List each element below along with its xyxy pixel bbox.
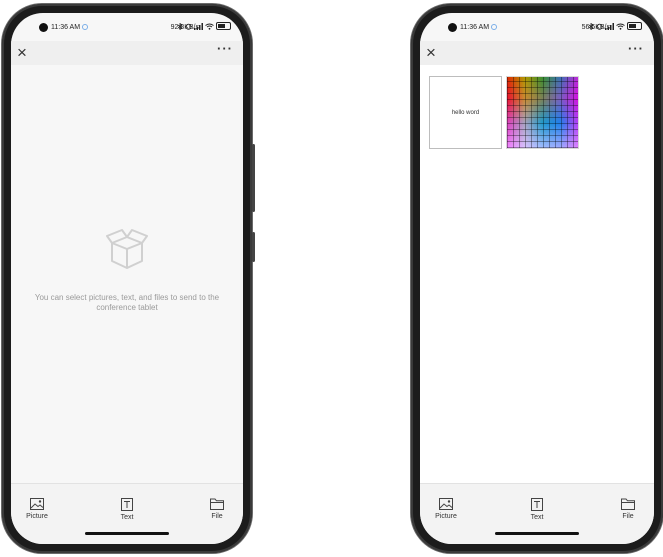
text-icon <box>531 498 543 511</box>
phone-frame-right: 11:36 AM 56.6KB/s × ··· hello word Pictu… <box>411 4 663 553</box>
bottom-toolbar: Picture Text File <box>11 483 243 544</box>
screen-empty: 11:36 AM 92.8KB/s × ··· You can select p… <box>11 13 243 544</box>
picture-label: Picture <box>26 513 48 520</box>
home-indicator[interactable] <box>85 532 169 535</box>
content-area: You can select pictures, text, and files… <box>11 65 243 484</box>
text-button[interactable]: Text <box>517 498 557 521</box>
home-indicator[interactable] <box>495 532 579 535</box>
picture-icon <box>439 498 453 510</box>
picture-icon <box>30 498 44 510</box>
file-label: File <box>622 513 634 520</box>
wifi-icon <box>616 23 625 30</box>
box-icon <box>106 229 148 269</box>
status-time: 11:36 AM <box>460 24 498 31</box>
status-bar: 11:36 AM 56.6KB/s <box>420 13 654 41</box>
alarm-icon <box>596 23 603 30</box>
file-button[interactable]: File <box>197 498 237 520</box>
status-icons <box>589 22 642 30</box>
content-area: hello word <box>420 65 654 484</box>
picture-label: Picture <box>435 513 457 520</box>
image-item-thumbnail[interactable] <box>506 76 579 149</box>
status-time: 11:36 AM <box>51 24 89 31</box>
picture-button[interactable]: Picture <box>426 498 466 520</box>
volume-button <box>252 232 255 262</box>
bottom-toolbar: Picture Text File <box>420 483 654 544</box>
bluetooth-icon <box>589 22 594 30</box>
text-label: Text <box>530 514 544 521</box>
more-options-button[interactable]: ··· <box>628 41 644 56</box>
app-bar: × ··· <box>11 41 243 65</box>
bluetooth-icon <box>178 22 183 30</box>
close-button[interactable]: × <box>17 44 27 62</box>
signal-icon <box>194 22 203 30</box>
selected-items: hello word <box>429 76 579 149</box>
app-bar: × ··· <box>420 41 654 65</box>
battery-icon <box>216 22 231 30</box>
alarm-icon <box>185 23 192 30</box>
close-button[interactable]: × <box>426 44 436 62</box>
text-icon <box>121 498 133 511</box>
phone-frame-left: 11:36 AM 92.8KB/s × ··· You can select p… <box>2 4 255 553</box>
text-button[interactable]: Text <box>107 498 147 521</box>
notification-dot-icon <box>82 24 89 31</box>
front-camera <box>39 23 48 32</box>
status-icons <box>178 22 231 30</box>
power-button <box>252 144 255 212</box>
picture-button[interactable]: Picture <box>17 498 57 520</box>
file-label: File <box>211 513 223 520</box>
folder-icon <box>210 498 224 510</box>
more-options-button[interactable]: ··· <box>217 41 233 56</box>
battery-icon <box>627 22 642 30</box>
folder-icon <box>621 498 635 510</box>
signal-icon <box>605 22 614 30</box>
text-item-thumbnail[interactable]: hello word <box>429 76 502 149</box>
text-label: Text <box>120 514 134 521</box>
empty-state-message: You can select pictures, text, and files… <box>34 293 220 312</box>
status-bar: 11:36 AM 92.8KB/s <box>11 13 243 41</box>
file-button[interactable]: File <box>608 498 648 520</box>
front-camera <box>448 23 457 32</box>
notification-dot-icon <box>491 24 498 31</box>
wifi-icon <box>205 23 214 30</box>
screen-with-items: 11:36 AM 56.6KB/s × ··· hello word Pictu… <box>420 13 654 544</box>
